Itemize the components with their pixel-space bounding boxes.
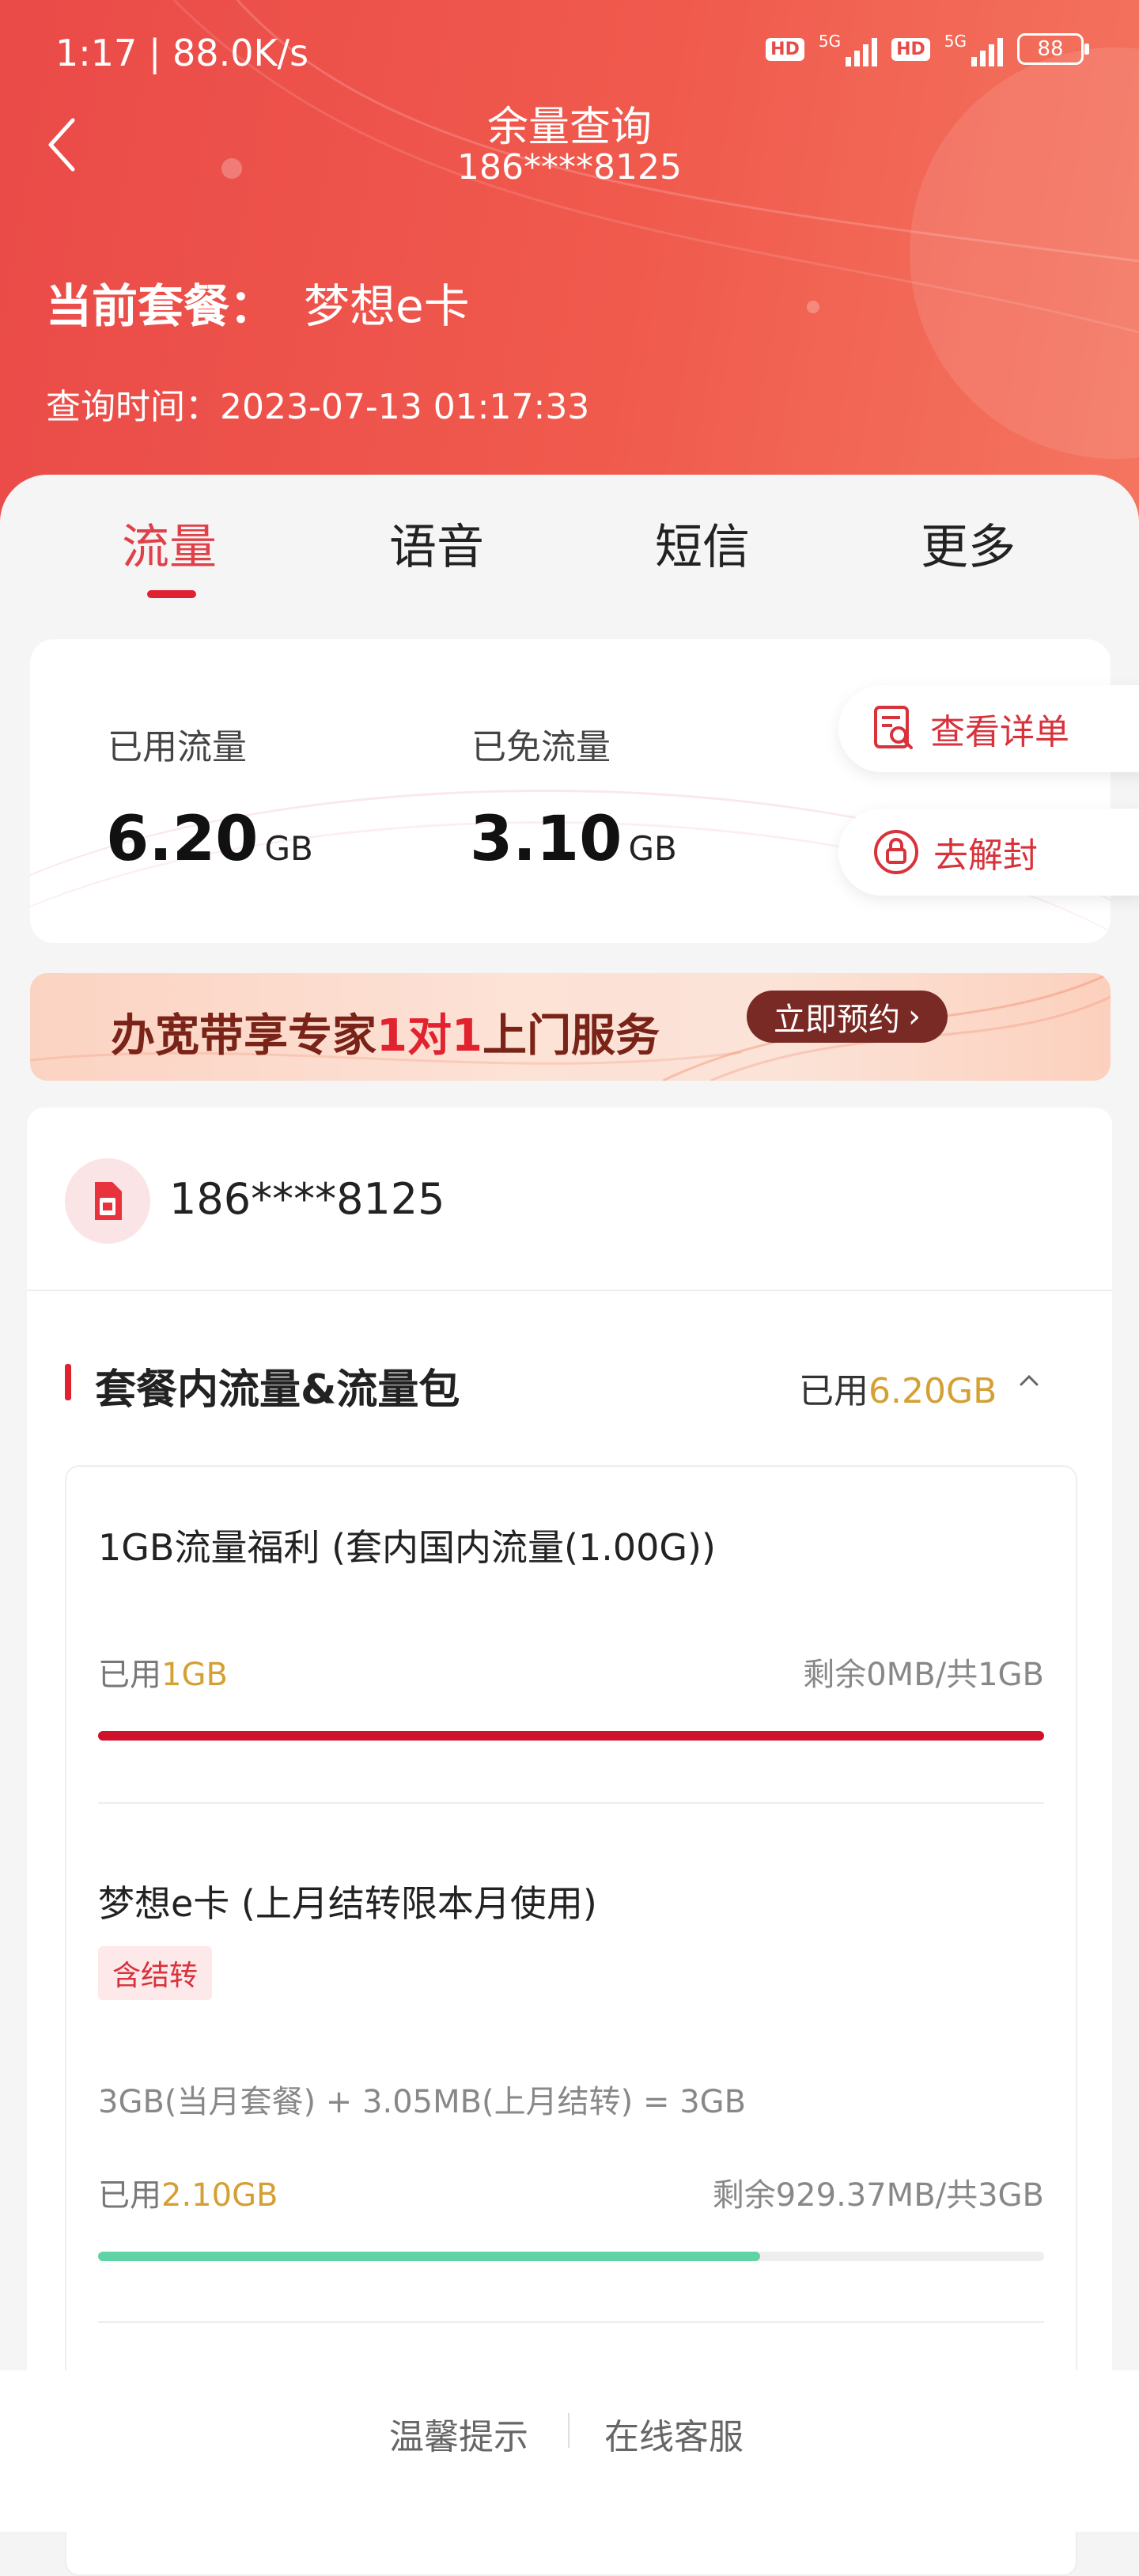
package-used: 已用1GB bbox=[98, 1649, 228, 1695]
tab-voice[interactable]: 语音 bbox=[389, 509, 484, 578]
package-progress-fill bbox=[98, 2252, 761, 2261]
banner-text-highlight: 1对1 bbox=[377, 1010, 482, 1062]
page-title: 余量查询 bbox=[486, 104, 652, 151]
page-subtitle: 186****8125 bbox=[457, 147, 682, 188]
section-used-total[interactable]: 已用6.20GB bbox=[799, 1362, 997, 1413]
query-time: 查询时间：2023-07-13 01:17:33 bbox=[46, 387, 590, 427]
unlock-button[interactable]: 去解封 bbox=[838, 809, 1139, 896]
network-type: 5G bbox=[818, 32, 842, 51]
banner-text: 办宽带享专家1对1上门服务 bbox=[111, 1000, 660, 1064]
chevron-right-icon: › bbox=[908, 998, 921, 1035]
banner-text-post: 上门服务 bbox=[482, 1010, 660, 1062]
hd-badge: HD bbox=[766, 37, 804, 61]
battery-icon: 88 bbox=[1017, 33, 1089, 65]
current-plan-name: 梦想e卡 bbox=[304, 279, 470, 333]
tips-link[interactable]: 温馨提示 bbox=[389, 2408, 528, 2459]
package-progress-fill bbox=[98, 1731, 1044, 1741]
signal-icon: 5G bbox=[944, 32, 1003, 66]
free-data-amount: 3.10 GB bbox=[470, 804, 677, 875]
section-used-prefix: 已用 bbox=[799, 1371, 868, 1411]
free-data-unit: GB bbox=[628, 829, 677, 868]
footer-bar bbox=[0, 2370, 1139, 2532]
package-formula: 3GB(当月套餐) + 3.05MB(上月结转) = 3GB bbox=[98, 2084, 747, 2120]
online-service-link[interactable]: 在线客服 bbox=[604, 2408, 744, 2459]
footer-separator bbox=[568, 2413, 570, 2448]
package-used-value: 2.10GB bbox=[161, 2177, 278, 2214]
package-name: 1GB流量福利 (套内国内流量(1.00G)) bbox=[98, 1526, 716, 1569]
tab-sms[interactable]: 短信 bbox=[655, 509, 750, 578]
sim-card-icon bbox=[65, 1158, 150, 1244]
rollover-tag: 含结转 bbox=[98, 1946, 213, 2000]
book-now-label: 立即预约 bbox=[774, 1002, 900, 1038]
divider bbox=[98, 2321, 1044, 2323]
lock-icon bbox=[874, 830, 918, 874]
unlock-label: 去解封 bbox=[933, 835, 1038, 876]
used-data-value: 6.20 bbox=[106, 804, 259, 875]
active-tab-indicator bbox=[147, 590, 196, 598]
package-used-prefix: 已用 bbox=[98, 2177, 161, 2214]
banner-text-pre: 办宽带享专家 bbox=[111, 1010, 377, 1062]
used-data-label: 已用流量 bbox=[108, 727, 247, 767]
account-phone-number: 186****8125 bbox=[169, 1174, 445, 1224]
chevron-up-icon[interactable] bbox=[1017, 1369, 1041, 1392]
used-data-amount: 6.20 GB bbox=[106, 804, 313, 875]
free-data-label: 已免流量 bbox=[471, 727, 611, 767]
book-now-button[interactable]: 立即预约 › bbox=[747, 991, 948, 1043]
package-progress-track bbox=[98, 2252, 1044, 2261]
status-icons: HD 5G HD 5G 88 bbox=[766, 32, 1089, 66]
package-progress-track bbox=[98, 1731, 1044, 1741]
broadband-promo-banner[interactable]: 办宽带享专家1对1上门服务 立即预约 › bbox=[30, 973, 1111, 1081]
hd-badge: HD bbox=[891, 37, 930, 61]
view-details-label: 查看详单 bbox=[930, 712, 1069, 752]
package-used-prefix: 已用 bbox=[98, 1657, 161, 1693]
status-time: 1:17 | 88.0K/s bbox=[55, 32, 309, 74]
package-remaining: 剩余929.37MB/共3GB bbox=[712, 2177, 1044, 2214]
package-name: 梦想e卡 (上月结转限本月使用) bbox=[98, 1882, 597, 1925]
package-remaining: 剩余0MB/共1GB bbox=[803, 1657, 1044, 1693]
network-type: 5G bbox=[944, 32, 967, 51]
package-used: 已用2.10GB bbox=[98, 2169, 278, 2215]
signal-icon: 5G bbox=[818, 32, 878, 66]
used-data-unit: GB bbox=[264, 829, 313, 868]
tab-data[interactable]: 流量 bbox=[122, 509, 217, 578]
tab-more[interactable]: 更多 bbox=[921, 509, 1016, 578]
document-search-icon bbox=[874, 706, 913, 749]
divider bbox=[98, 1802, 1044, 1804]
view-details-button[interactable]: 查看详单 bbox=[838, 685, 1139, 772]
section-marker bbox=[65, 1364, 71, 1400]
current-plan-label: 当前套餐： bbox=[46, 279, 276, 333]
section-used-value: 6.20GB bbox=[868, 1371, 997, 1411]
divider bbox=[27, 1290, 1112, 1291]
free-data-value: 3.10 bbox=[470, 804, 622, 875]
package-used-value: 1GB bbox=[161, 1657, 228, 1693]
section-title: 套餐内流量&流量包 bbox=[95, 1366, 460, 1414]
